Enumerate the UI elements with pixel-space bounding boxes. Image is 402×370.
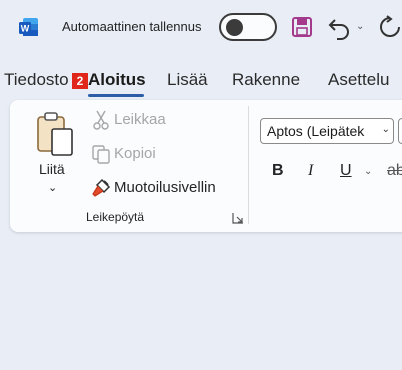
chevron-down-icon[interactable]: ⌄ [48,181,57,194]
italic-button[interactable]: I [308,162,313,180]
scissors-icon [93,110,109,130]
save-icon[interactable] [291,16,313,38]
tab-design[interactable]: Rakenne [232,70,300,90]
ribbon-tabs: Tiedosto Aloitus Lisää Rakenne Asettelu [0,66,402,97]
tab-insert[interactable]: Lisää [167,70,208,90]
paste-label: Liitä [39,161,65,177]
ribbon-panel: Liitä ⌄ Leikkaa Kopioi Muotoilusivellin … [10,100,402,232]
copy-label: Kopioi [114,145,156,162]
underline-button[interactable]: U [340,162,352,180]
svg-text:W: W [21,24,30,34]
title-bar: W Automaattinen tallennus ⌄ [0,0,402,56]
format-painter-label: Muotoilusivellin [114,179,216,196]
autosave-toggle[interactable] [219,13,277,41]
tab-file[interactable]: Tiedosto [4,70,69,90]
autosave-label: Automaattinen tallennus [62,19,202,34]
font-name-value: Aptos (Leipätek [267,123,365,139]
undo-icon[interactable] [327,14,353,40]
underline-dropdown-icon[interactable]: ⌄ [364,166,372,177]
font-name-dropdown[interactable]: Aptos (Leipätek ⌄ [260,118,394,144]
group-divider [248,106,249,224]
bold-button[interactable]: B [272,162,284,180]
copy-icon [92,145,110,164]
tab-home[interactable]: Aloitus [88,70,146,90]
paintbrush-icon [92,178,111,197]
tab-layout[interactable]: Asettelu [328,70,389,90]
strikethrough-button[interactable]: ab [387,162,402,180]
dialog-launcher-icon[interactable] [232,212,244,224]
undo-dropdown-icon[interactable]: ⌄ [356,21,364,32]
toggle-knob [226,19,243,36]
chevron-down-icon: ⌄ [381,124,390,135]
clipboard-group-label: Leikepöytä [86,210,145,224]
font-size-dropdown[interactable]: 1 [398,118,402,144]
clipboard-icon [37,112,73,156]
paste-button[interactable]: Liitä ⌄ [32,108,82,203]
cut-label: Leikkaa [114,111,166,128]
step-badge: 2 [72,73,88,89]
redo-icon[interactable] [376,14,402,40]
active-tab-indicator [88,94,144,97]
word-logo-icon[interactable]: W [18,16,40,38]
